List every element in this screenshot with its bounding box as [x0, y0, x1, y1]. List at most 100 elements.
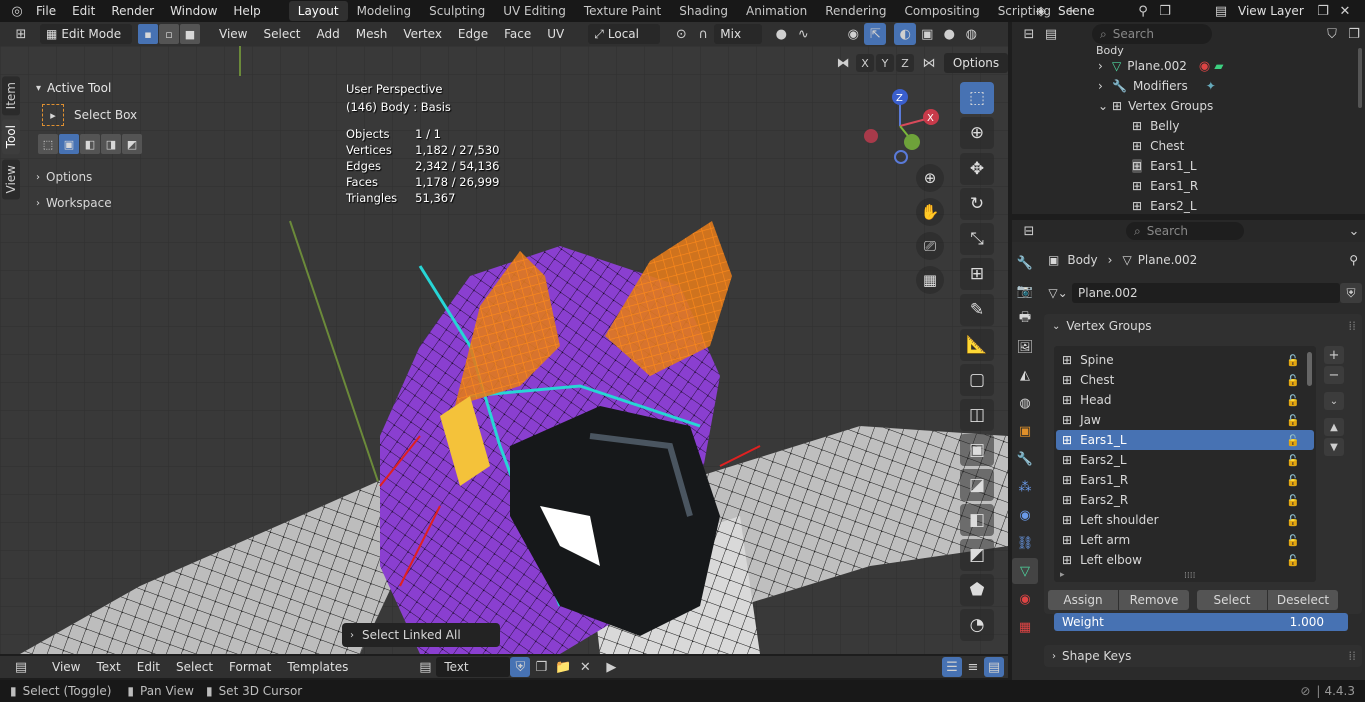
- mode-subtract-icon[interactable]: ◧: [80, 134, 100, 154]
- tab-rendering[interactable]: Rendering: [816, 1, 895, 21]
- tab-sculpting[interactable]: Sculpting: [420, 1, 494, 21]
- tab-modeling[interactable]: Modeling: [348, 1, 421, 21]
- falloff-icon[interactable]: ∿: [792, 23, 814, 45]
- poly-build-tool-icon[interactable]: ⬟: [960, 574, 994, 606]
- properties-options-icon[interactable]: ⌄: [1343, 220, 1365, 242]
- tab-tool[interactable]: Tool: [2, 119, 20, 155]
- xray-icon[interactable]: ▣: [916, 23, 938, 45]
- list-item[interactable]: ⊞ Left arm 🔓: [1056, 530, 1314, 550]
- outliner-row[interactable]: ⊞ Ears1_L: [1012, 156, 1365, 176]
- visibility-icon[interactable]: ◉: [842, 23, 864, 45]
- gizmo-neg-z-icon[interactable]: [894, 150, 908, 164]
- lock-icon[interactable]: 🔓: [1286, 474, 1300, 487]
- tab-texture-paint[interactable]: Texture Paint: [575, 1, 670, 21]
- workspace-header[interactable]: › Workspace: [26, 190, 326, 216]
- spin-tool-icon[interactable]: ◔: [960, 609, 994, 641]
- outliner-search[interactable]: ⌕ Search: [1092, 24, 1212, 44]
- outliner-row[interactable]: ⊞ Ears2_L: [1012, 196, 1365, 216]
- display-mode-icon[interactable]: ▤: [1040, 23, 1062, 45]
- proportional-edit-icon[interactable]: ●: [770, 23, 792, 45]
- armature-modifier-icon[interactable]: ✦: [1206, 79, 1216, 93]
- view-layer-icon[interactable]: ▤: [1210, 0, 1232, 22]
- mode-invert-icon[interactable]: ◨: [101, 134, 121, 154]
- select-box-tool-icon[interactable]: ⬚: [960, 82, 994, 114]
- render-tab-icon[interactable]: 📷: [1012, 278, 1038, 304]
- menu-render[interactable]: Render: [103, 0, 162, 22]
- duplicate-icon[interactable]: ❐: [530, 656, 552, 678]
- deselect-button[interactable]: Deselect: [1268, 590, 1338, 610]
- outliner-row[interactable]: › ▽ Plane.002 ◉ ▰: [1012, 56, 1365, 76]
- word-wrap-icon[interactable]: ≡: [962, 656, 984, 678]
- tool-tab-icon[interactable]: 🔧: [1012, 250, 1038, 276]
- add-group-icon[interactable]: +: [1324, 346, 1344, 364]
- mode-intersect-icon[interactable]: ◩: [122, 134, 142, 154]
- add-cube-tool-icon[interactable]: ▢: [960, 364, 994, 396]
- particles-tab-icon[interactable]: ⁂: [1012, 474, 1038, 500]
- bevel-tool-icon[interactable]: ◪: [960, 469, 994, 501]
- camera-icon[interactable]: ⎚: [916, 232, 944, 260]
- blender-logo-icon[interactable]: ◎: [6, 0, 28, 22]
- menu-view[interactable]: View: [44, 660, 88, 674]
- menu-view[interactable]: View: [211, 27, 255, 41]
- lock-icon[interactable]: 🔓: [1286, 514, 1300, 527]
- tab-item[interactable]: Item: [2, 76, 20, 116]
- lock-icon[interactable]: 🔓: [1286, 414, 1300, 427]
- loop-cut-tool-icon[interactable]: ◧: [960, 504, 994, 536]
- close-icon[interactable]: ✕: [574, 656, 596, 678]
- edge-select-icon[interactable]: ▫: [159, 24, 179, 44]
- mirror-icon[interactable]: ⧓: [832, 52, 854, 74]
- face-select-icon[interactable]: ■: [180, 24, 200, 44]
- syntax-highlight-icon[interactable]: ▤: [984, 657, 1004, 677]
- view-layer-name[interactable]: View Layer: [1232, 4, 1312, 18]
- editor-type-icon[interactable]: ⊟: [1018, 220, 1040, 242]
- list-item[interactable]: ⊞ Ears2_R 🔓: [1056, 490, 1314, 510]
- transform-tool-icon[interactable]: ⊞: [960, 258, 994, 290]
- filter-options-icon[interactable]: ▸: [1060, 570, 1065, 580]
- constraints-tab-icon[interactable]: ⛓: [1012, 530, 1038, 556]
- lock-icon[interactable]: 🔓: [1286, 494, 1300, 507]
- axis-y-toggle[interactable]: Y: [876, 54, 894, 72]
- menu-window[interactable]: Window: [162, 0, 225, 22]
- new-view-layer-icon[interactable]: ❐: [1312, 0, 1334, 22]
- text-name-field[interactable]: Text: [436, 657, 511, 677]
- tab-layout[interactable]: Layout: [288, 1, 348, 21]
- options-dropdown[interactable]: Options: [944, 53, 1008, 73]
- menu-vertex[interactable]: Vertex: [395, 27, 450, 41]
- mesh-data-tab-icon[interactable]: ▽: [1012, 558, 1038, 584]
- material-icon[interactable]: ◉: [1199, 59, 1210, 74]
- outliner-row[interactable]: ⊞ Chest: [1012, 136, 1365, 156]
- open-folder-icon[interactable]: 📁: [552, 656, 574, 678]
- outliner-scrollbar[interactable]: [1358, 48, 1362, 108]
- tab-view[interactable]: View: [2, 158, 20, 200]
- annotate-tool-icon[interactable]: ✎: [960, 294, 994, 326]
- orientation-dropdown[interactable]: ⤢ Local: [588, 24, 661, 44]
- uv-icon[interactable]: ▰: [1214, 59, 1223, 73]
- run-script-icon[interactable]: ▶: [600, 656, 622, 678]
- menu-edit[interactable]: Edit: [64, 0, 103, 22]
- mode-extend-icon[interactable]: ▣: [59, 134, 79, 154]
- navigation-gizmo[interactable]: Z X: [860, 86, 950, 166]
- lock-icon[interactable]: 🔓: [1286, 534, 1300, 547]
- menu-face[interactable]: Face: [496, 27, 539, 41]
- fake-user-shield-icon[interactable]: ⛨: [1340, 283, 1362, 303]
- list-scrollbar[interactable]: [1307, 352, 1312, 386]
- specials-menu-icon[interactable]: ⌄: [1324, 392, 1344, 410]
- editor-type-icon[interactable]: ▤: [10, 656, 32, 678]
- inset-tool-icon[interactable]: ▣: [960, 434, 994, 466]
- physics-tab-icon[interactable]: ◉: [1012, 502, 1038, 528]
- vertex-groups-header[interactable]: ⌄ Vertex Groups ⁞⁞: [1044, 314, 1362, 338]
- output-tab-icon[interactable]: 🖶: [1012, 306, 1038, 332]
- world-tab-icon[interactable]: ◍: [1012, 390, 1038, 416]
- outliner-row[interactable]: ⌄ ⊞ Vertex Groups: [1012, 96, 1365, 116]
- move-tool-icon[interactable]: ✥: [960, 153, 994, 185]
- fake-user-shield-icon[interactable]: ⛨: [510, 657, 531, 677]
- list-item[interactable]: ⊞ Spine 🔓: [1056, 350, 1314, 370]
- list-item[interactable]: ⊞ Head 🔓: [1056, 390, 1314, 410]
- lock-icon[interactable]: 🔓: [1286, 554, 1300, 567]
- move-up-icon[interactable]: ▲: [1324, 418, 1344, 436]
- measure-tool-icon[interactable]: 📐: [960, 329, 994, 361]
- lock-icon[interactable]: 🔓: [1286, 394, 1300, 407]
- select-button[interactable]: Select: [1197, 590, 1267, 610]
- last-operation-panel[interactable]: › Select Linked All: [342, 623, 500, 647]
- snap-target-dropdown[interactable]: Mix: [714, 24, 763, 44]
